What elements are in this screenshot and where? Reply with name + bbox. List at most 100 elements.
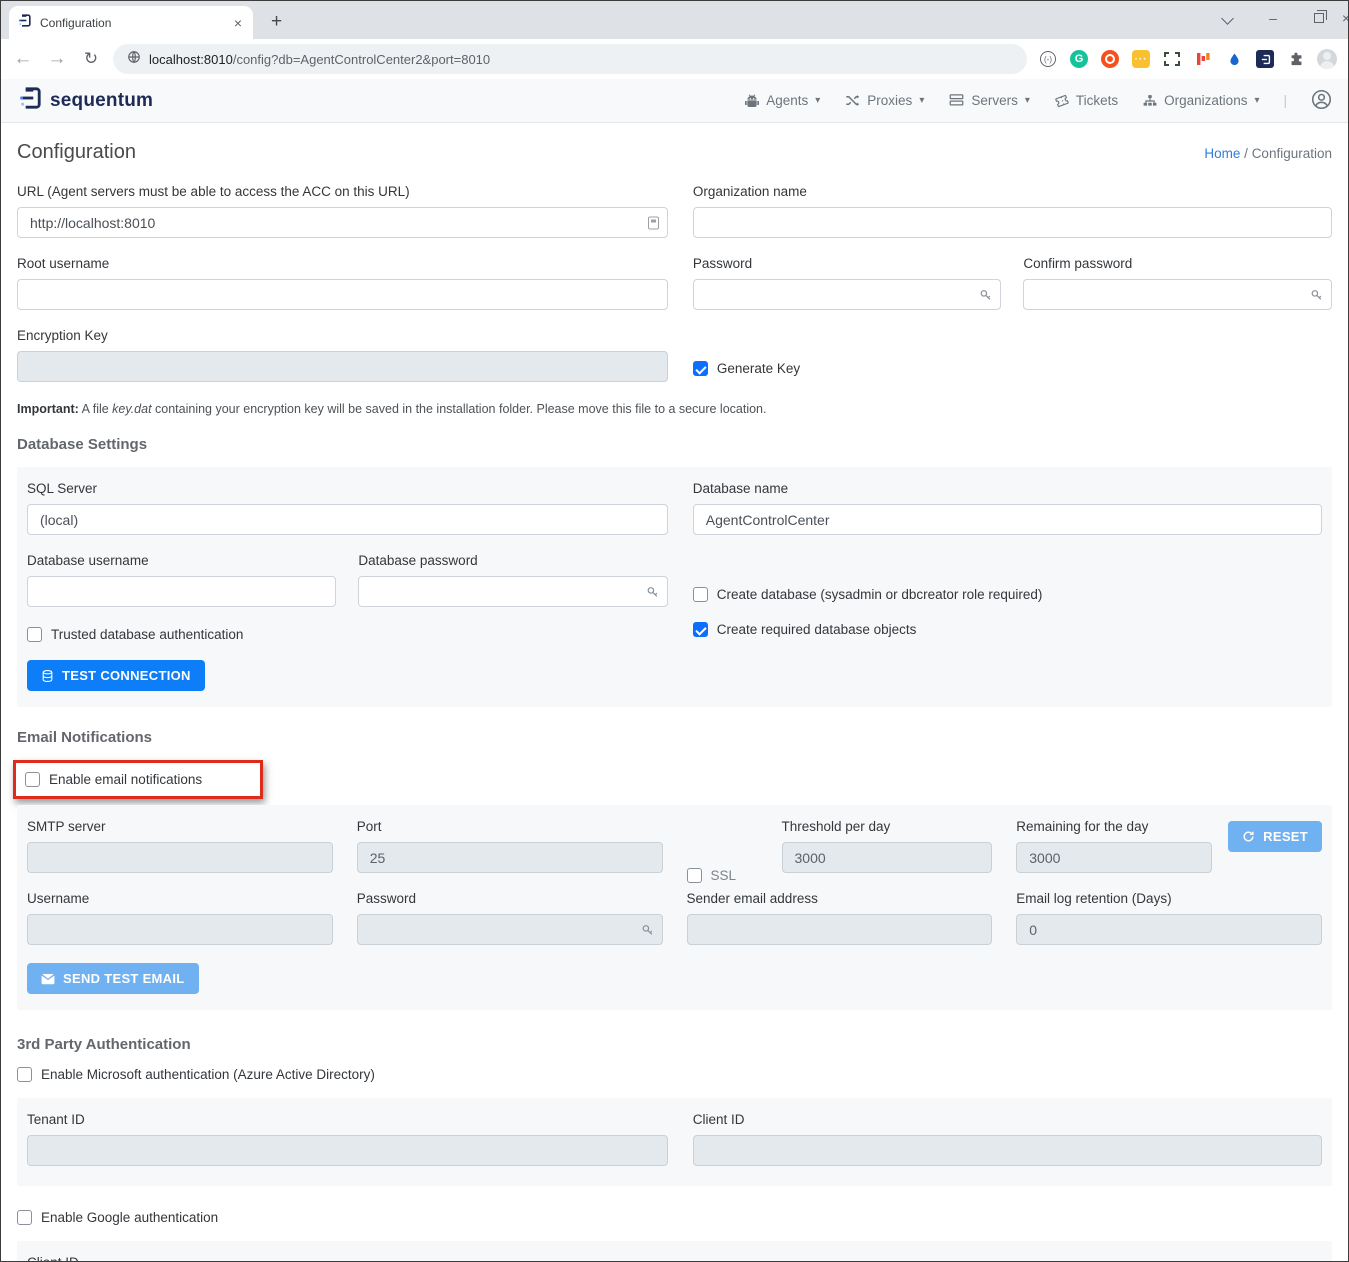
port-input bbox=[357, 842, 663, 873]
shuffle-icon bbox=[844, 93, 861, 108]
third-party-heading: 3rd Party Authentication bbox=[17, 1036, 1332, 1053]
browser-window: Configuration × + – × ← → ↻ localhost:80… bbox=[0, 0, 1349, 1262]
nav-servers[interactable]: Servers ▾ bbox=[948, 93, 1030, 108]
database-name-field: Database name bbox=[693, 481, 1322, 535]
db-username-field: Database username bbox=[27, 553, 336, 607]
breadcrumb-home-link[interactable]: Home bbox=[1204, 146, 1240, 161]
key-icon[interactable] bbox=[646, 585, 659, 598]
grammarly-extension-icon[interactable]: G bbox=[1068, 48, 1090, 70]
database-settings-panel: SQL Server Database name Database userna… bbox=[17, 467, 1332, 707]
database-icon bbox=[41, 669, 54, 683]
microsoft-auth-panel: Tenant ID Client ID bbox=[17, 1098, 1332, 1186]
tenant-id-label: Tenant ID bbox=[27, 1112, 668, 1127]
smtp-server-input bbox=[27, 842, 333, 873]
url-input[interactable] bbox=[17, 207, 668, 238]
url-bar[interactable]: localhost:8010/config?db=AgentControlCen… bbox=[113, 44, 1027, 74]
checkbox-icon[interactable] bbox=[27, 627, 42, 642]
db-password-field: Database password bbox=[358, 553, 667, 607]
send-test-email-button[interactable]: SEND TEST EMAIL bbox=[27, 963, 199, 994]
robot-icon bbox=[744, 93, 760, 109]
port-label: Port bbox=[357, 819, 663, 834]
retention-field: Email log retention (Days) bbox=[1016, 891, 1322, 945]
nav-tickets[interactable]: Tickets bbox=[1054, 93, 1118, 108]
checkbox-icon[interactable] bbox=[17, 1210, 32, 1225]
port-field: Port bbox=[357, 819, 663, 873]
retention-label: Email log retention (Days) bbox=[1016, 891, 1322, 906]
google-client-id-field: Client ID bbox=[27, 1255, 1322, 1262]
minimize-button[interactable]: – bbox=[1250, 10, 1296, 26]
new-tab-button[interactable]: + bbox=[265, 11, 288, 33]
enable-email-checkbox[interactable]: Enable email notifications bbox=[25, 772, 202, 787]
forward-icon[interactable]: → bbox=[45, 48, 69, 70]
create-database-checkbox[interactable]: Create database (sysadmin or dbcreator r… bbox=[693, 587, 1043, 602]
key-icon[interactable] bbox=[1310, 288, 1323, 301]
url-field: URL (Agent servers must be able to acces… bbox=[17, 184, 668, 238]
brand-name: sequentum bbox=[50, 90, 153, 112]
browser-tab[interactable]: Configuration × bbox=[9, 6, 253, 39]
close-button[interactable]: × bbox=[1342, 10, 1348, 26]
nav-organizations[interactable]: Organizations ▾ bbox=[1142, 93, 1259, 108]
checkbox-icon[interactable] bbox=[687, 868, 702, 883]
droplet-extension-icon[interactable] bbox=[1223, 48, 1245, 70]
password-field: Password bbox=[693, 256, 1002, 310]
puzzle-extensions-icon[interactable] bbox=[1285, 48, 1307, 70]
threshold-field: Threshold per day bbox=[782, 819, 993, 873]
organization-input[interactable] bbox=[693, 207, 1332, 238]
create-objects-checkbox[interactable]: Create required database objects bbox=[693, 622, 917, 637]
nav-agents[interactable]: Agents ▾ bbox=[744, 93, 820, 109]
account-menu[interactable] bbox=[1311, 89, 1332, 113]
db-password-input[interactable] bbox=[358, 576, 667, 607]
test-connection-button[interactable]: TEST CONNECTION bbox=[27, 660, 205, 691]
sequentum-extension-icon[interactable] bbox=[1254, 48, 1276, 70]
smtp-server-field: SMTP server bbox=[27, 819, 333, 873]
enable-google-checkbox[interactable]: Enable Google authentication bbox=[17, 1210, 218, 1225]
checkbox-icon[interactable] bbox=[17, 1067, 32, 1082]
key-icon[interactable] bbox=[979, 288, 992, 301]
checkbox-icon[interactable] bbox=[25, 772, 40, 787]
back-icon[interactable]: ← bbox=[11, 48, 35, 70]
remaining-label: Remaining for the day bbox=[1016, 819, 1212, 834]
tab-close-icon[interactable]: × bbox=[231, 15, 245, 31]
ms-client-id-label: Client ID bbox=[693, 1112, 1322, 1127]
smtp-password-field: Password bbox=[357, 891, 663, 945]
window-controls: – × bbox=[1204, 1, 1348, 35]
tab-strip: Configuration × + – × bbox=[1, 1, 1348, 39]
checkbox-icon[interactable] bbox=[693, 622, 708, 637]
dots-extension-icon[interactable]: ··· bbox=[1130, 48, 1152, 70]
chevron-down-icon: ▾ bbox=[919, 95, 924, 106]
enable-microsoft-checkbox[interactable]: Enable Microsoft authentication (Azure A… bbox=[17, 1067, 375, 1082]
tab-search-chevron-icon[interactable] bbox=[1204, 10, 1250, 26]
confirm-password-input[interactable] bbox=[1023, 279, 1332, 310]
sql-server-input[interactable] bbox=[27, 504, 668, 535]
nav-proxies[interactable]: Proxies ▾ bbox=[844, 93, 924, 108]
ssl-checkbox[interactable]: SSL bbox=[687, 868, 782, 883]
sender-email-field: Sender email address bbox=[687, 891, 993, 945]
ring-extension-icon[interactable]: (-) bbox=[1037, 48, 1059, 70]
organization-field: Organization name bbox=[693, 184, 1332, 238]
reload-icon[interactable]: ↻ bbox=[79, 49, 103, 69]
screenshot-extension-icon[interactable] bbox=[1099, 48, 1121, 70]
restore-button[interactable] bbox=[1296, 10, 1342, 26]
trusted-auth-checkbox[interactable]: Trusted database authentication bbox=[27, 627, 243, 642]
google-client-id-label: Client ID bbox=[27, 1255, 1322, 1262]
retention-input bbox=[1016, 914, 1322, 945]
checkbox-icon[interactable] bbox=[693, 587, 708, 602]
profile-avatar[interactable] bbox=[1316, 48, 1338, 70]
chevron-down-icon: ▾ bbox=[1025, 95, 1030, 106]
bars-extension-icon[interactable] bbox=[1192, 48, 1214, 70]
database-name-label: Database name bbox=[693, 481, 1322, 496]
page-content: Configuration Home / Configuration URL (… bbox=[1, 123, 1348, 1262]
root-username-input[interactable] bbox=[17, 279, 668, 310]
sender-email-input bbox=[687, 914, 993, 945]
db-username-input[interactable] bbox=[27, 576, 336, 607]
smtp-password-label: Password bbox=[357, 891, 663, 906]
database-name-input[interactable] bbox=[693, 504, 1322, 535]
tab-favicon-sequentum-icon bbox=[17, 13, 32, 33]
threshold-input bbox=[782, 842, 993, 873]
checkbox-icon[interactable] bbox=[693, 361, 708, 376]
sequentum-brand[interactable]: sequentum bbox=[17, 85, 153, 116]
reset-button[interactable]: RESET bbox=[1228, 821, 1322, 852]
password-input[interactable] bbox=[693, 279, 1002, 310]
capture-frame-extension-icon[interactable] bbox=[1161, 48, 1183, 70]
generate-key-checkbox[interactable]: Generate Key bbox=[693, 361, 800, 376]
